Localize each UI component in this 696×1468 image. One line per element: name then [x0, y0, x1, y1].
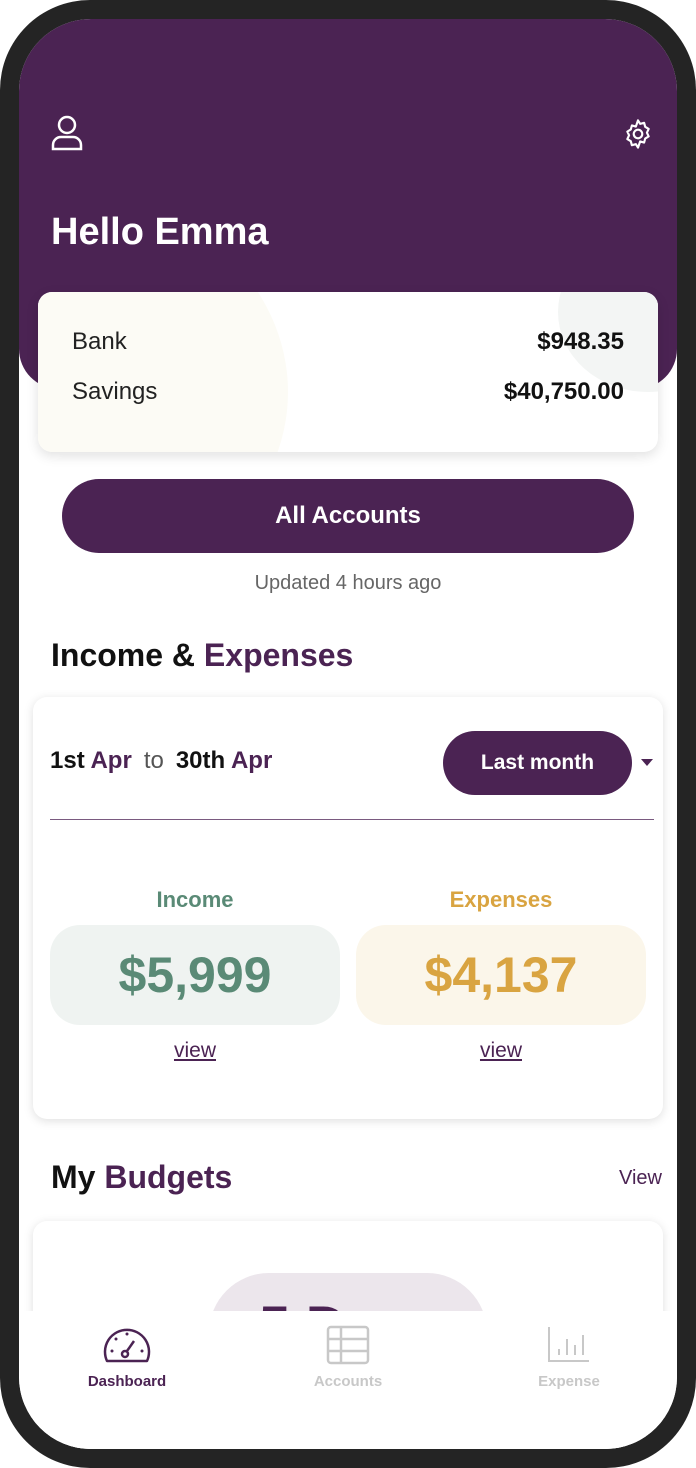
income-label: Income — [156, 887, 234, 912]
gear-icon[interactable] — [622, 118, 654, 150]
balance-row-savings[interactable]: Savings $40,750.00 — [72, 378, 624, 406]
nav-label: Accounts — [313, 1373, 383, 1390]
divider — [50, 819, 654, 820]
income-amount: $5,999 — [50, 925, 340, 1025]
bottom-nav: Dashboard Accounts Expense — [19, 1311, 677, 1449]
period-dropdown[interactable]: Last month — [443, 731, 632, 795]
income-expenses-title: Income & Expenses — [51, 637, 354, 673]
balance-card: Bank $948.35 Savings $40,750.00 — [38, 292, 658, 452]
nav-accounts[interactable]: Accounts — [248, 1325, 448, 1390]
date-range: 1st Apr to 30th Apr — [50, 747, 273, 774]
bar-chart-icon — [548, 1327, 589, 1362]
balance-label: Bank — [72, 328, 127, 355]
nav-label: Expense — [538, 1373, 600, 1390]
nav-dashboard[interactable]: Dashboard — [27, 1325, 227, 1390]
income-view-link[interactable]: view — [174, 1039, 216, 1063]
expenses-amount: $4,137 — [356, 925, 646, 1025]
screen: Hello Emma Bank $948.35 Savings $40,750.00… — [19, 19, 677, 1449]
phone-frame: Hello Emma Bank $948.35 Savings $40,750.00… — [0, 0, 696, 1468]
nav-expense[interactable]: Expense — [469, 1325, 669, 1390]
balance-amount: $40,750.00 — [503, 378, 624, 405]
dashboard-gauge-icon — [103, 1328, 151, 1363]
updated-text: Updated 4 hours ago — [254, 572, 442, 594]
balance-label: Savings — [72, 378, 158, 405]
user-icon[interactable] — [51, 115, 83, 151]
income-expenses-card: 1st Apr to 30th Apr Last month Income $5,9… — [33, 697, 663, 1119]
expenses-label: Expenses — [449, 887, 553, 912]
balance-row-bank[interactable]: Bank $948.35 — [72, 328, 624, 356]
nav-label: Dashboard — [87, 1373, 167, 1390]
budgets-view-link[interactable]: View — [619, 1167, 662, 1190]
all-accounts-button[interactable]: All Accounts — [62, 479, 634, 553]
expenses-summary: Expenses $4,137 view — [356, 887, 646, 1063]
table-icon — [326, 1325, 370, 1365]
expenses-view-link[interactable]: view — [480, 1039, 522, 1063]
income-summary: Income $5,999 view — [50, 887, 340, 1063]
caret-down-icon[interactable] — [641, 759, 653, 766]
greeting: Hello Emma — [51, 211, 269, 253]
balance-amount: $948.35 — [537, 328, 624, 355]
budgets-title: My Budgets — [51, 1159, 233, 1195]
